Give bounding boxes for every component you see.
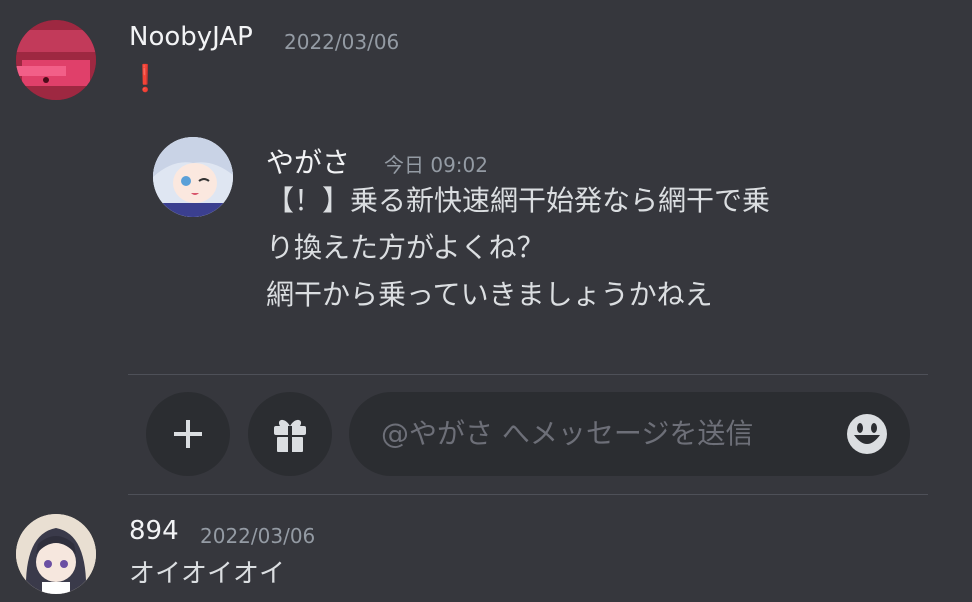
message-input[interactable]: @やがさ へメッセージを送信 — [349, 392, 910, 476]
avatar-image — [153, 137, 233, 217]
divider — [128, 494, 928, 495]
reply-avatar[interactable] — [153, 137, 233, 217]
message-content: オイオイオイ — [129, 559, 286, 589]
message-item: NoobyJAP 2022/03/06 ❗ — [0, 0, 972, 110]
gift-button[interactable] — [248, 392, 332, 476]
divider — [128, 374, 928, 375]
timestamp: 2022/03/06 — [200, 524, 316, 548]
reply-line-3: 網干から乗っていきましょうかねえ — [266, 278, 713, 311]
emoji-smile-icon — [847, 414, 887, 454]
avatar[interactable] — [16, 20, 96, 100]
message-item: 894 2022/03/06 オイオイオイ — [0, 500, 972, 602]
message-input-placeholder: @やがさ へメッセージを送信 — [381, 417, 754, 450]
username[interactable]: 894 — [129, 516, 179, 546]
emoji-button[interactable] — [846, 413, 888, 455]
message-content: ❗ — [129, 64, 162, 94]
plus-icon — [174, 420, 202, 448]
avatar-image — [16, 20, 96, 100]
avatar[interactable] — [16, 514, 96, 594]
avatar-image — [16, 514, 96, 594]
add-button[interactable] — [146, 392, 230, 476]
timestamp: 2022/03/06 — [284, 30, 400, 54]
gift-icon — [274, 419, 306, 452]
username[interactable]: NoobyJAP — [129, 22, 253, 52]
chat-view: NoobyJAP 2022/03/06 ❗ やがさ 今日 09:02 【！】乗る… — [0, 0, 972, 602]
